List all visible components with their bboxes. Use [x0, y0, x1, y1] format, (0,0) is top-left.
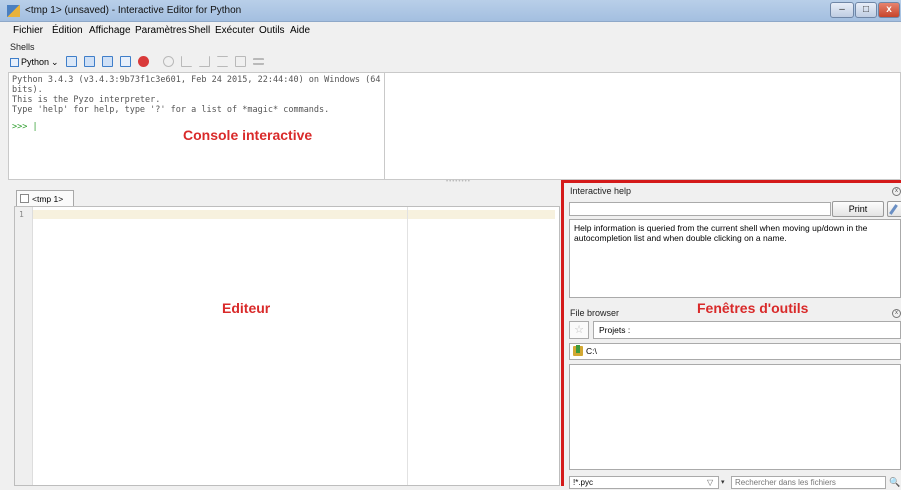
stack-icon — [253, 58, 264, 65]
tab-checkbox[interactable] — [20, 194, 29, 203]
clear-icon[interactable] — [120, 56, 131, 67]
menu-outils[interactable]: Outils — [259, 25, 285, 36]
menu-affichage[interactable]: Affichage — [89, 25, 131, 36]
restart-icon[interactable] — [102, 56, 113, 67]
pyzo-app-icon — [7, 5, 20, 17]
console-area-right — [385, 72, 901, 180]
filter-row: !*.pyc ▽ ▾ Rechercher dans les fichiers … — [569, 476, 901, 490]
menu-shell[interactable]: Shell — [188, 25, 210, 36]
line-number-gutter: 1 — [15, 207, 33, 485]
menu-parametres[interactable]: Paramètres — [135, 25, 187, 36]
projects-dropdown[interactable]: Projets : — [593, 321, 901, 339]
close-button[interactable]: x — [878, 2, 900, 18]
maximize-button[interactable]: □ — [855, 2, 877, 18]
current-line-highlight — [33, 210, 555, 219]
shells-label: Shells — [10, 42, 35, 52]
interrupt-icon[interactable] — [84, 56, 95, 67]
chevron-down-icon: ⌄ — [51, 56, 59, 67]
menu-edition[interactable]: Édition — [52, 25, 83, 36]
shell-toolbar: Python ⌄ — [0, 53, 901, 71]
minimize-button[interactable]: – — [830, 2, 854, 18]
menu-aide[interactable]: Aide — [290, 25, 310, 36]
console-line: Type 'help' for help, type '?' for a lis… — [12, 105, 330, 115]
console-line: Python 3.4.3 (v3.4.3:9b73f1c3e601, Feb 2… — [12, 75, 381, 95]
stop-debug-icon — [235, 56, 246, 67]
python-label: Python — [21, 57, 50, 67]
editor-tab-bar: <tmp 1> — [8, 186, 560, 206]
debug-icon — [163, 56, 174, 67]
terminate-icon[interactable] — [138, 56, 149, 67]
file-filter-input[interactable]: !*.pyc — [569, 476, 719, 489]
file-search-input[interactable]: Rechercher dans les fichiers — [731, 476, 886, 489]
pencil-icon[interactable] — [887, 201, 901, 217]
line-number: 1 — [19, 210, 24, 219]
help-text-area: Help information is queried from the cur… — [569, 219, 901, 298]
frame-corner-marker — [879, 180, 901, 183]
file-tree[interactable] — [569, 364, 901, 470]
window-title: <tmp 1> (unsaved) - Interactive Editor f… — [25, 5, 242, 16]
python-shell-button[interactable]: Python ⌄ — [10, 55, 59, 69]
chevron-down-icon[interactable]: ▾ — [721, 478, 725, 486]
projects-row: ☆ Projets : — [569, 321, 901, 339]
print-button[interactable]: Print — [832, 201, 884, 217]
shell-icon — [10, 57, 19, 67]
search-icon[interactable]: 🔍 — [889, 477, 900, 488]
tab-label: <tmp 1> — [32, 193, 64, 204]
splitter-handle[interactable]: •••••••• — [446, 179, 471, 185]
close-icon[interactable]: x — [892, 309, 901, 318]
close-icon[interactable]: x — [892, 187, 901, 196]
menu-fichier[interactable]: Fichier — [13, 25, 43, 36]
file-browser-title: File browser — [570, 308, 620, 318]
help-query-input[interactable] — [569, 202, 831, 216]
step-out-icon — [217, 56, 228, 67]
new-shell-icon[interactable] — [66, 56, 77, 67]
path-value: C:\ — [586, 346, 597, 356]
shell-console[interactable]: Python 3.4.3 (v3.4.3:9b73f1c3e601, Feb 2… — [8, 72, 385, 180]
annotation-editor: Editeur — [222, 300, 271, 316]
annotation-console: Console interactive — [183, 127, 313, 143]
annotation-tools: Fenêtres d'outils — [697, 300, 809, 316]
editor-tab-tmp1[interactable]: <tmp 1> — [16, 190, 74, 206]
title-bar: <tmp 1> (unsaved) - Interactive Editor f… — [0, 0, 901, 22]
path-field[interactable]: C:\ — [569, 343, 901, 360]
console-line: This is the Pyzo interpreter. — [12, 95, 161, 105]
code-editor[interactable]: 1 — [14, 206, 560, 486]
edge-column-line — [407, 207, 408, 485]
folder-up-icon[interactable] — [573, 345, 583, 356]
star-icon[interactable]: ☆ — [569, 321, 589, 339]
menu-bar: Fichier Édition Affichage Paramètres She… — [0, 22, 901, 40]
interactive-help-title: Interactive help — [570, 186, 632, 196]
step-into-icon — [181, 56, 192, 67]
step-over-icon — [199, 56, 210, 67]
menu-executer[interactable]: Exécuter — [215, 25, 254, 36]
